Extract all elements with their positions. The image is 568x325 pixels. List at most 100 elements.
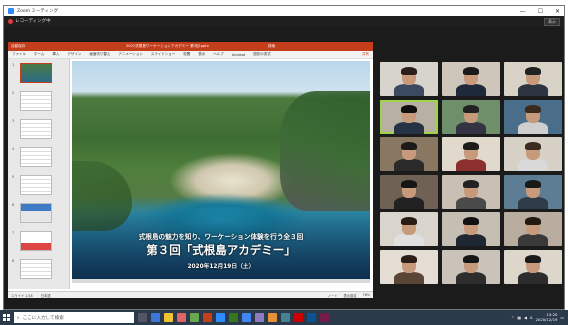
app-icon[interactable] xyxy=(307,313,316,322)
clock[interactable]: 15:20 2020/12/19 xyxy=(536,312,558,322)
thumbnail-row[interactable]: 1 xyxy=(12,63,52,83)
slide-counter: スライド 1/18 xyxy=(11,293,33,298)
ribbon-tab-insert[interactable]: 挿入 xyxy=(52,52,59,57)
participant-body xyxy=(456,196,486,209)
thumbnail-row[interactable]: 4 xyxy=(12,147,52,167)
participant-video-tile[interactable] xyxy=(380,249,438,284)
volume-icon[interactable]: ◀ xyxy=(524,315,527,320)
slide-thumbnail[interactable] xyxy=(20,259,52,279)
participant-video-tile[interactable] xyxy=(504,99,562,134)
slide-date: 2020年12月19日（土） xyxy=(187,264,255,270)
ribbon-tab-animations[interactable]: アニメーション xyxy=(118,52,142,57)
participant-hair xyxy=(401,104,417,113)
participant-video-tile[interactable] xyxy=(504,137,562,171)
ribbon-tab-home[interactable]: ホーム xyxy=(34,52,44,57)
app-icon[interactable] xyxy=(320,313,329,322)
app-icon[interactable] xyxy=(268,313,277,322)
participant-body xyxy=(456,159,486,171)
participant-video-tile[interactable] xyxy=(504,174,562,209)
participant-video-tile[interactable] xyxy=(442,249,500,284)
recording-indicator[interactable]: レコーディング中 xyxy=(8,18,51,24)
app-icon[interactable] xyxy=(255,313,264,322)
participant-body xyxy=(518,121,548,134)
thumbnail-number: 7 xyxy=(12,231,15,235)
zoom-taskbar-icon[interactable] xyxy=(216,313,225,322)
participant-hair xyxy=(401,179,417,188)
minimize-button[interactable]: — xyxy=(520,8,526,15)
ribbon-tab-help[interactable]: ヘルプ xyxy=(213,52,224,57)
powerpoint-icon[interactable] xyxy=(203,313,212,322)
ribbon-tab-design[interactable]: デザイン xyxy=(67,52,81,57)
taskbar-search-input[interactable]: ⌕ ここに入力して検索 xyxy=(14,312,134,323)
task-view-icon[interactable] xyxy=(138,313,147,322)
ribbon-tab-file[interactable]: ファイル xyxy=(12,52,26,57)
slide[interactable]: 式根島の魅力を知り、ワーケーション体験を行う全３回 第３回「式根島アカデミー」 … xyxy=(72,61,370,279)
ribbon-tab-shape-format[interactable]: 図形の書式 xyxy=(253,52,271,57)
word-icon[interactable] xyxy=(242,313,251,322)
ribbon-tab-slideshow[interactable]: スライドショー xyxy=(151,52,176,57)
view-button[interactable]: 表示 xyxy=(544,17,560,26)
participant-video-tile[interactable] xyxy=(442,212,500,246)
thumbnail-row[interactable]: 8 xyxy=(12,259,52,279)
zoom-level[interactable]: 76% xyxy=(363,293,370,298)
ime-indicator[interactable]: A xyxy=(530,315,533,320)
display-settings-button[interactable]: 表示設定 xyxy=(343,293,356,298)
app-icon[interactable] xyxy=(294,313,303,322)
participant-video-tile[interactable] xyxy=(442,62,500,96)
slide-thumbnail[interactable] xyxy=(20,203,52,223)
chevron-up-icon[interactable]: ^ xyxy=(511,315,514,320)
network-icon[interactable]: ▦ xyxy=(517,315,521,320)
participant-video-tile[interactable] xyxy=(504,212,562,246)
ppt-search[interactable]: 検索 xyxy=(268,44,275,49)
participant-video-tile[interactable] xyxy=(380,99,438,134)
edge-icon[interactable] xyxy=(151,313,160,322)
participant-hair xyxy=(525,217,541,225)
slide-thumbnail[interactable] xyxy=(20,91,52,111)
excel-icon[interactable] xyxy=(229,313,238,322)
language-indicator: 日本語 xyxy=(40,293,51,298)
thumbnail-row[interactable]: 2 xyxy=(12,91,52,111)
cliff-shape xyxy=(280,91,370,211)
notification-icon[interactable]: ▭ xyxy=(560,315,564,320)
slide-thumbnail[interactable] xyxy=(20,63,52,83)
app-icon[interactable] xyxy=(281,313,290,322)
thumbnail-row[interactable]: 5 xyxy=(12,175,52,195)
participant-body xyxy=(456,234,486,246)
windows-taskbar: ⌕ ここに入力して検索 ^ ▦ ◀ A 15:20 2020/12/19 ▭ xyxy=(0,310,568,325)
participant-video-tile[interactable] xyxy=(504,62,562,96)
participant-hair xyxy=(525,67,541,75)
ribbon-tab-transitions[interactable]: 画面切り替え xyxy=(89,52,110,57)
maximize-button[interactable]: ☐ xyxy=(538,8,543,15)
start-button[interactable] xyxy=(0,310,12,325)
thumbnail-row[interactable]: 3 xyxy=(12,119,52,139)
ribbon-tab-view[interactable]: 表示 xyxy=(198,52,205,57)
participant-body xyxy=(518,196,548,209)
participant-body xyxy=(394,234,424,246)
search-placeholder: ここに入力して検索 xyxy=(22,315,64,321)
participant-video-tile[interactable] xyxy=(380,137,438,171)
autosave-toggle[interactable]: 自動保存 xyxy=(11,44,25,49)
participant-hair xyxy=(463,217,479,225)
participant-video-tile[interactable] xyxy=(442,174,500,209)
participant-video-tile[interactable] xyxy=(380,174,438,209)
participant-video-tile[interactable] xyxy=(380,212,438,246)
file-explorer-icon[interactable] xyxy=(164,313,173,322)
participant-video-tile[interactable] xyxy=(504,249,562,284)
participant-video-tile[interactable] xyxy=(380,62,438,96)
slide-thumbnail[interactable] xyxy=(20,119,52,139)
notes-button[interactable]: ノート xyxy=(328,293,338,298)
ribbon-tab-review[interactable]: 校閲 xyxy=(183,52,190,57)
slide-thumbnail[interactable] xyxy=(20,231,52,251)
thumbnail-row[interactable]: 7 xyxy=(12,231,52,251)
app-icon[interactable] xyxy=(177,313,186,322)
participant-video-tile[interactable] xyxy=(442,137,500,171)
close-button[interactable]: ✕ xyxy=(555,8,560,15)
slide-thumbnail[interactable] xyxy=(20,147,52,167)
slide-thumbnail-pane: 1 2 3 4 5 6 7 8 xyxy=(8,59,70,289)
share-button[interactable]: 共有 xyxy=(362,52,369,57)
thumbnail-row[interactable]: 6 xyxy=(12,203,52,223)
ribbon-tab-acrobat[interactable]: Acrobat xyxy=(232,53,246,57)
slide-thumbnail[interactable] xyxy=(20,175,52,195)
participant-video-tile[interactable] xyxy=(442,99,500,134)
app-icon[interactable] xyxy=(190,313,199,322)
